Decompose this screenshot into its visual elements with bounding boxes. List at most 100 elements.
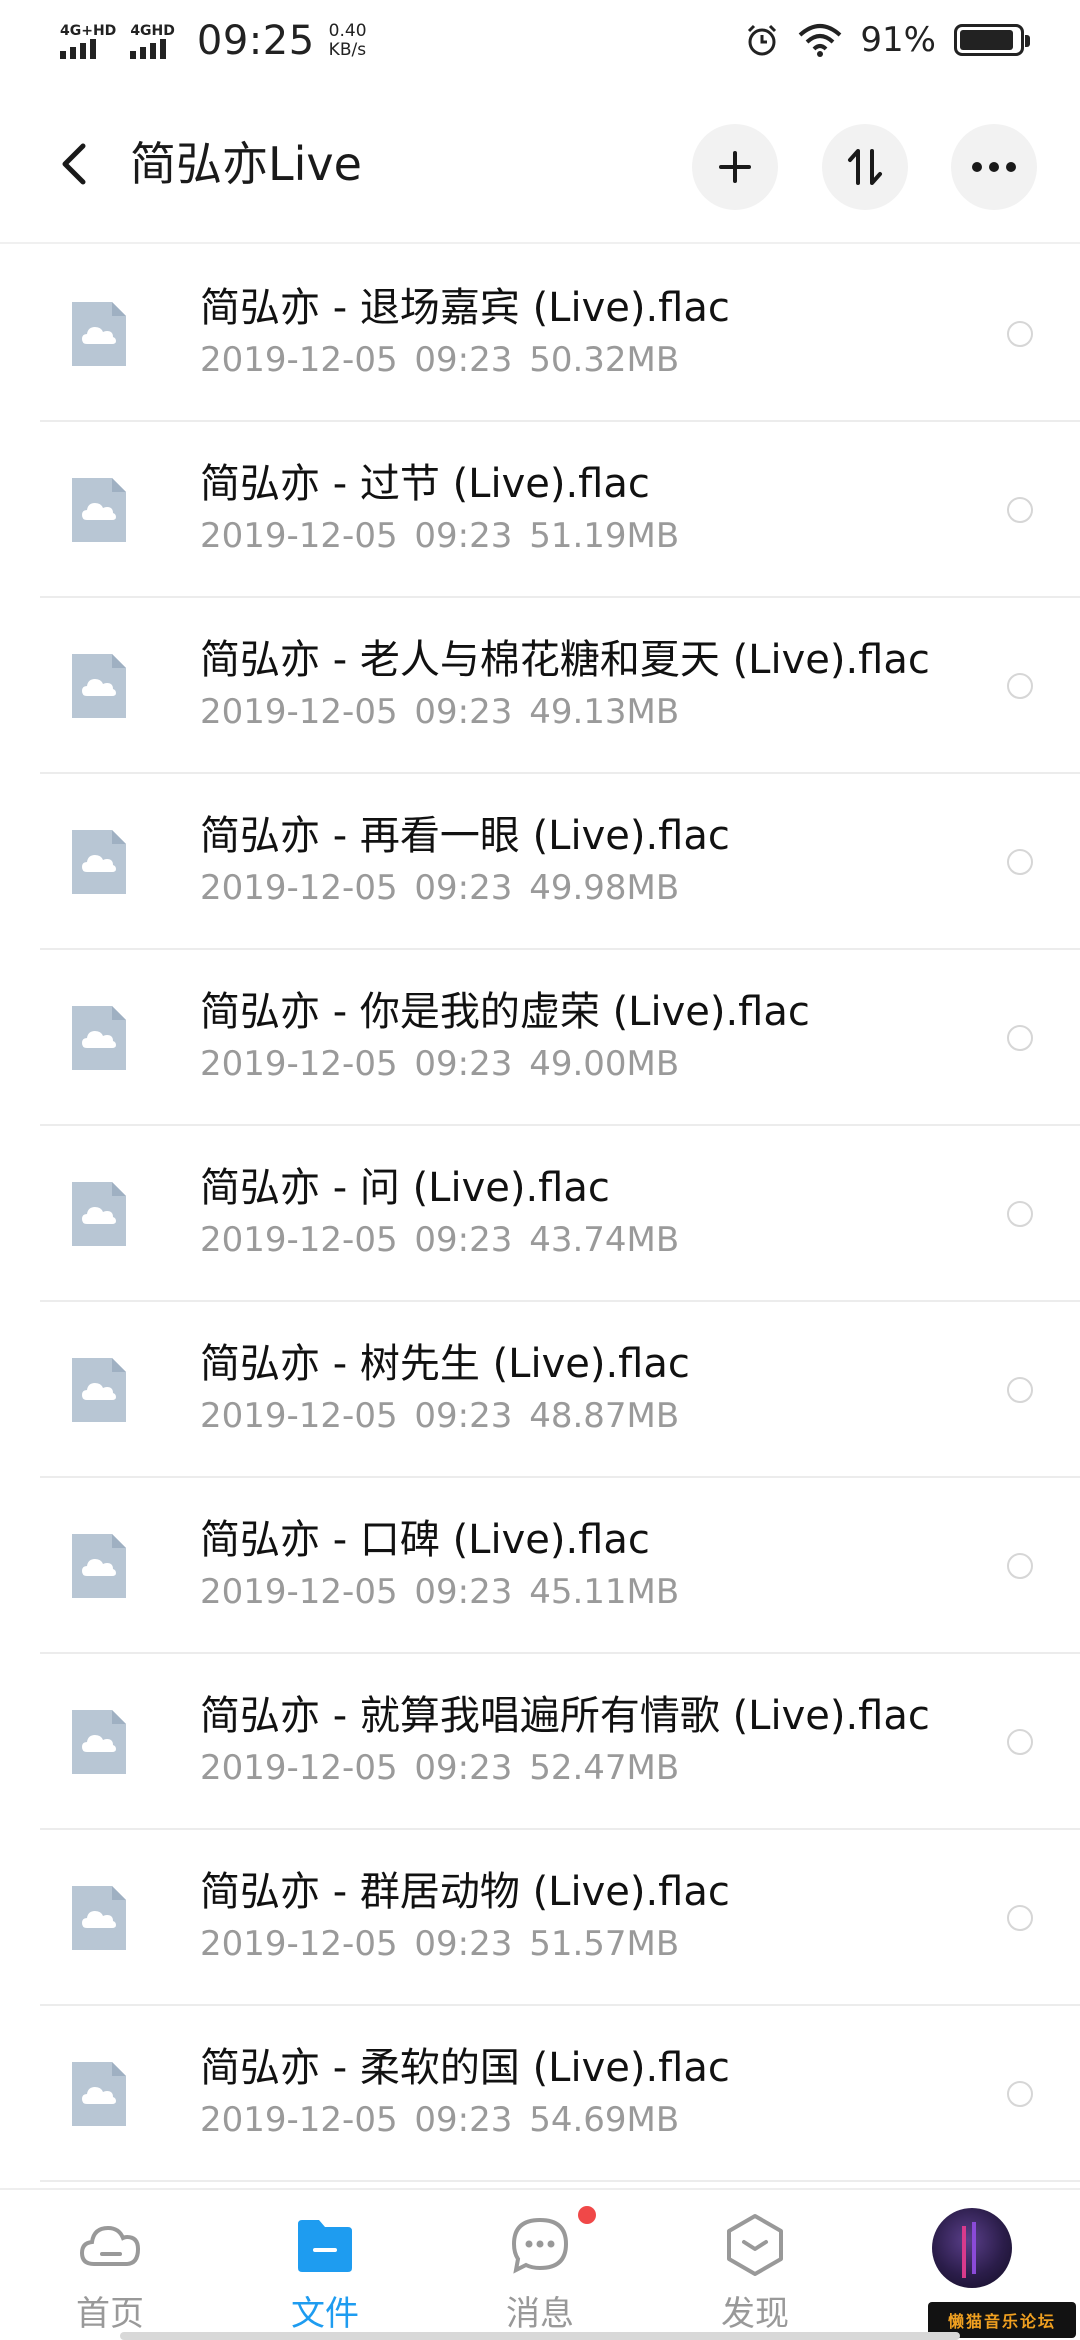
sort-button[interactable] bbox=[822, 124, 908, 210]
cloud-file-icon bbox=[72, 1358, 126, 1422]
select-checkbox[interactable] bbox=[1007, 1905, 1033, 1931]
message-icon bbox=[511, 2217, 569, 2274]
file-meta: 2019-12-05 09:23 49.00MB bbox=[200, 1042, 679, 1086]
file-time: 09:23 bbox=[414, 1396, 513, 1436]
back-button[interactable] bbox=[44, 134, 104, 194]
file-name: 简弘亦 - 群居动物 (Live).flac bbox=[200, 1869, 730, 1915]
select-checkbox[interactable] bbox=[1007, 1201, 1033, 1227]
file-row[interactable]: 简弘亦 - 树先生 (Live).flac 2019-12-05 09:23 4… bbox=[0, 1302, 1080, 1478]
file-meta: 2019-12-05 09:23 51.57MB bbox=[200, 1922, 679, 1966]
file-meta: 2019-12-05 09:23 54.69MB bbox=[200, 2098, 679, 2142]
file-time: 09:23 bbox=[414, 692, 513, 732]
cloud-file-icon bbox=[72, 1710, 126, 1774]
file-date: 2019-12-05 bbox=[200, 516, 398, 556]
file-meta: 2019-12-05 09:23 45.11MB bbox=[200, 1570, 679, 1614]
file-row[interactable]: 简弘亦 - 就算我唱遍所有情歌 (Live).flac 2019-12-05 0… bbox=[0, 1654, 1080, 1830]
select-checkbox[interactable] bbox=[1007, 1729, 1033, 1755]
file-time: 09:23 bbox=[414, 1572, 513, 1612]
home-indicator[interactable] bbox=[120, 2332, 960, 2340]
select-checkbox[interactable] bbox=[1007, 1377, 1033, 1403]
file-date: 2019-12-05 bbox=[200, 1572, 398, 1612]
sort-arrows-icon bbox=[848, 149, 882, 185]
avatar[interactable] bbox=[932, 2208, 1012, 2288]
file-size: 51.57MB bbox=[529, 1924, 680, 1964]
file-date: 2019-12-05 bbox=[200, 1220, 398, 1260]
signal-1-label: 4G+HD bbox=[60, 23, 117, 39]
file-date: 2019-12-05 bbox=[200, 1044, 398, 1084]
status-bar: 4G+HD 4GHD 09:25 0.40 KB/s 91% bbox=[0, 0, 1080, 84]
signal-1: 4G+HD bbox=[60, 23, 116, 59]
select-checkbox[interactable] bbox=[1007, 1025, 1033, 1051]
file-row[interactable]: 简弘亦 - 你是我的虚荣 (Live).flac 2019-12-05 09:2… bbox=[0, 950, 1080, 1126]
file-row[interactable]: 简弘亦 - 退场嘉宾 (Live).flac 2019-12-05 09:23 … bbox=[0, 246, 1080, 422]
file-time: 09:23 bbox=[414, 1748, 513, 1788]
more-dots-icon bbox=[972, 162, 1016, 172]
file-meta: 2019-12-05 09:23 48.87MB bbox=[200, 1394, 679, 1438]
battery-level bbox=[960, 30, 1013, 50]
file-meta: 2019-12-05 09:23 52.47MB bbox=[200, 1746, 679, 1790]
file-size: 49.13MB bbox=[529, 692, 680, 732]
file-time: 09:23 bbox=[414, 2100, 513, 2140]
cloud-file-icon bbox=[72, 654, 126, 718]
nav-messages-label: 消息 bbox=[506, 2294, 574, 2334]
file-name: 简弘亦 - 再看一眼 (Live).flac bbox=[200, 813, 730, 859]
nav-home[interactable]: 首页 bbox=[30, 2190, 190, 2340]
file-time: 09:23 bbox=[414, 516, 513, 556]
file-date: 2019-12-05 bbox=[200, 868, 398, 908]
status-right: 91% bbox=[744, 20, 1030, 60]
file-meta: 2019-12-05 09:23 43.74MB bbox=[200, 1218, 679, 1262]
cloud-icon bbox=[79, 2225, 141, 2266]
file-size: 49.98MB bbox=[529, 868, 680, 908]
cloud-file-icon bbox=[72, 2062, 126, 2126]
nav-messages[interactable]: 消息 bbox=[460, 2190, 620, 2340]
select-checkbox[interactable] bbox=[1007, 673, 1033, 699]
nav-files[interactable]: 文件 bbox=[245, 2190, 405, 2340]
signal-bars-icon bbox=[60, 39, 96, 59]
file-list: 简弘亦 - 退场嘉宾 (Live).flac 2019-12-05 09:23 … bbox=[0, 246, 1080, 2182]
folder-icon bbox=[298, 2220, 352, 2272]
file-row[interactable]: 简弘亦 - 过节 (Live).flac 2019-12-05 09:23 51… bbox=[0, 422, 1080, 598]
file-row[interactable]: 简弘亦 - 群居动物 (Live).flac 2019-12-05 09:23 … bbox=[0, 1830, 1080, 2006]
file-name: 简弘亦 - 老人与棉花糖和夏天 (Live).flac bbox=[200, 637, 930, 683]
alarm-icon bbox=[748, 24, 777, 56]
status-time: 09:25 bbox=[196, 18, 315, 64]
messages-badge bbox=[578, 2206, 596, 2224]
cloud-file-icon bbox=[72, 478, 126, 542]
file-row[interactable]: 简弘亦 - 再看一眼 (Live).flac 2019-12-05 09:23 … bbox=[0, 774, 1080, 950]
cloud-file-icon bbox=[72, 1182, 126, 1246]
file-time: 09:23 bbox=[414, 868, 513, 908]
signal-bars-icon bbox=[130, 39, 167, 59]
file-time: 09:23 bbox=[414, 1220, 513, 1260]
file-date: 2019-12-05 bbox=[200, 692, 398, 732]
select-checkbox[interactable] bbox=[1007, 849, 1033, 875]
file-size: 51.19MB bbox=[529, 516, 680, 556]
file-row[interactable]: 简弘亦 - 柔软的国 (Live).flac 2019-12-05 09:23 … bbox=[0, 2006, 1080, 2182]
file-row[interactable]: 简弘亦 - 口碑 (Live).flac 2019-12-05 09:23 45… bbox=[0, 1478, 1080, 1654]
file-date: 2019-12-05 bbox=[200, 1924, 398, 1964]
file-name: 简弘亦 - 就算我唱遍所有情歌 (Live).flac bbox=[200, 1693, 930, 1739]
signal-2-label: 4GHD bbox=[130, 23, 175, 39]
file-row[interactable]: 简弘亦 - 问 (Live).flac 2019-12-05 09:23 43.… bbox=[0, 1126, 1080, 1302]
select-checkbox[interactable] bbox=[1007, 321, 1033, 347]
select-checkbox[interactable] bbox=[1007, 1553, 1033, 1579]
page-title: 简弘亦Live bbox=[130, 137, 362, 191]
add-button[interactable] bbox=[692, 124, 778, 210]
nav-discover[interactable]: 发现 bbox=[675, 2190, 835, 2340]
network-speed-unit: KB/s bbox=[328, 40, 367, 60]
file-meta: 2019-12-05 09:23 50.32MB bbox=[200, 338, 679, 382]
signal-2: 4GHD bbox=[130, 23, 175, 59]
file-row[interactable]: 简弘亦 - 老人与棉花糖和夏天 (Live).flac 2019-12-05 0… bbox=[0, 598, 1080, 774]
network-speed-value: 0.40 bbox=[328, 21, 367, 41]
file-date: 2019-12-05 bbox=[200, 340, 398, 380]
nav-discover-label: 发现 bbox=[721, 2294, 789, 2334]
cloud-file-icon bbox=[72, 1886, 126, 1950]
select-checkbox[interactable] bbox=[1007, 497, 1033, 523]
file-time: 09:23 bbox=[414, 340, 513, 380]
file-date: 2019-12-05 bbox=[200, 2100, 398, 2140]
file-date: 2019-12-05 bbox=[200, 1748, 398, 1788]
select-checkbox[interactable] bbox=[1007, 2081, 1033, 2107]
bottom-nav: 首页 文件 消息 发现 bbox=[0, 2188, 1080, 2340]
file-name: 简弘亦 - 过节 (Live).flac bbox=[200, 461, 650, 507]
more-button[interactable] bbox=[951, 124, 1037, 210]
battery-icon bbox=[954, 24, 1030, 56]
